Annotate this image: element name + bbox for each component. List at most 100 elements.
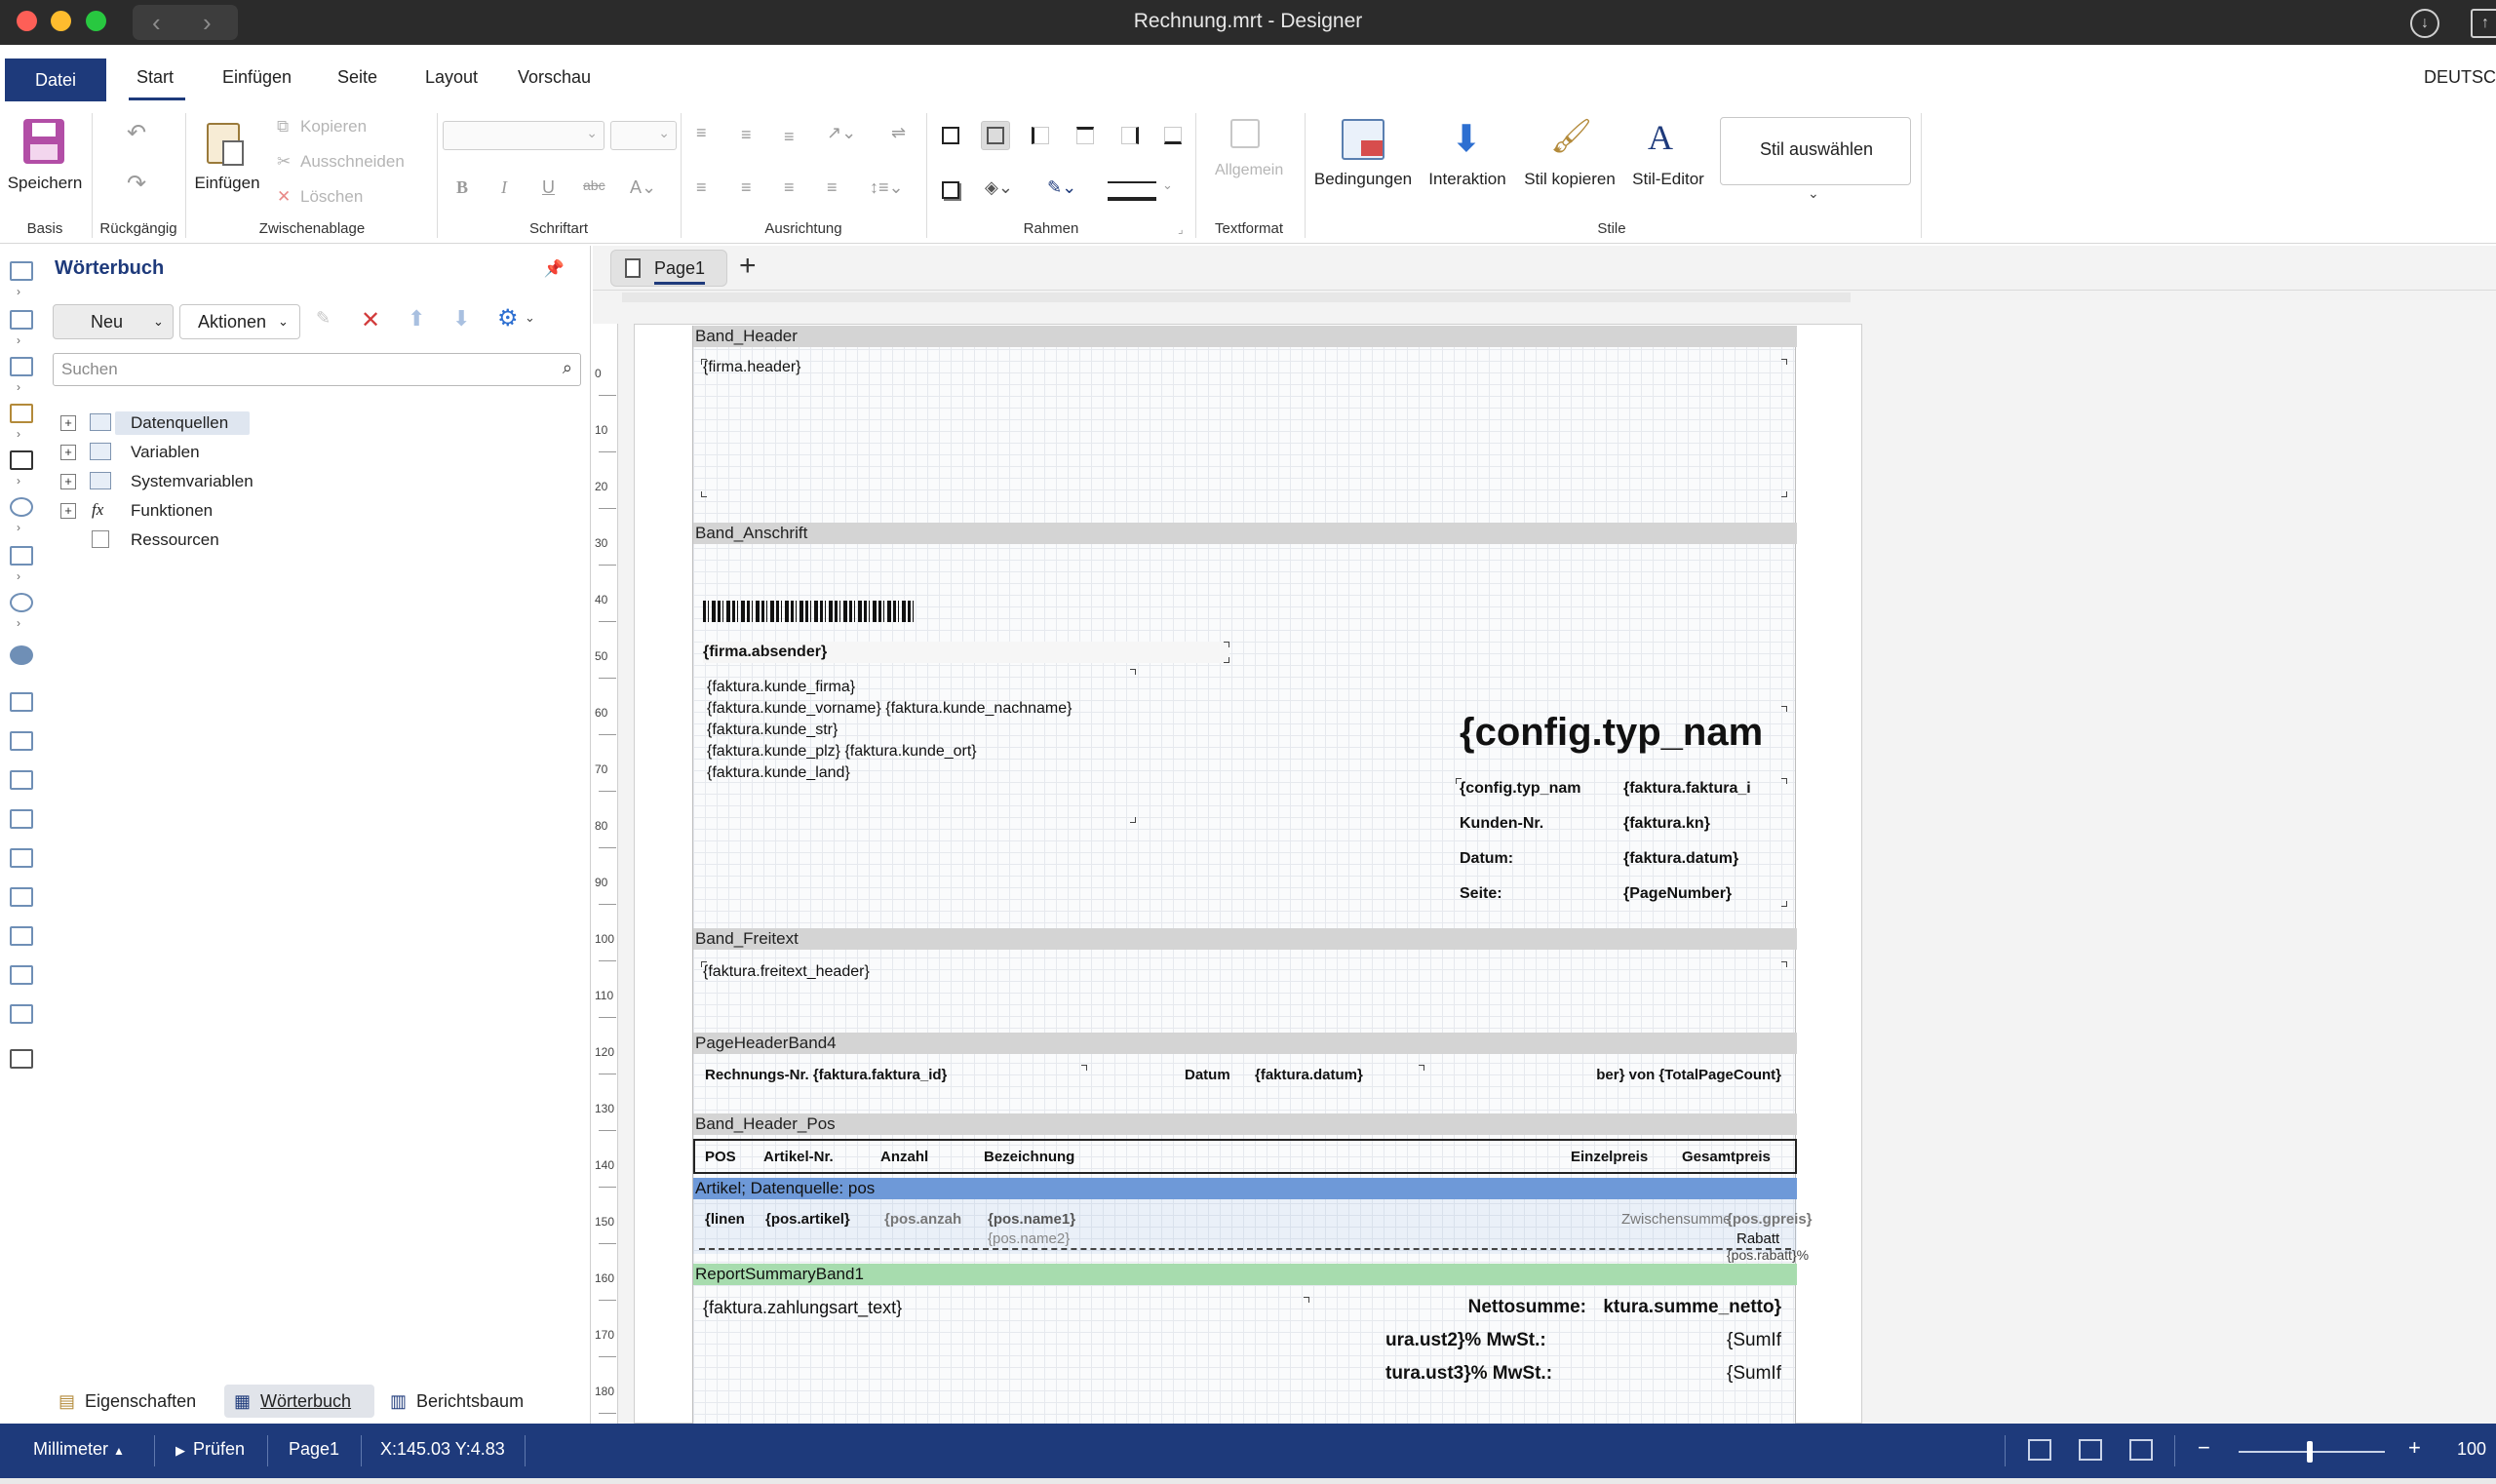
fill-color-icon[interactable]: ◈⌄: [985, 177, 1013, 198]
barcode-tool-icon[interactable]: [10, 450, 33, 470]
tools-icon[interactable]: [10, 1049, 33, 1069]
col-einzelpreis-header[interactable]: Einzelpreis: [1571, 1147, 1648, 1168]
justify-icon[interactable]: ≡: [827, 177, 838, 198]
save-button[interactable]: Speichern: [6, 174, 84, 193]
col-artikel-nr-header[interactable]: Artikel-Nr.: [763, 1147, 834, 1168]
page-header-band-icon[interactable]: [10, 692, 33, 712]
align-top-left-icon[interactable]: ≡: [696, 123, 707, 143]
align-top-right-icon[interactable]: ≡: [784, 127, 795, 147]
interaction-icon[interactable]: ⬇: [1451, 117, 1482, 161]
panel-component-icon[interactable]: [10, 848, 33, 868]
pin-icon[interactable]: 📌: [544, 259, 565, 279]
check-button[interactable]: ▶ Prüfen: [176, 1439, 245, 1460]
choose-style-dropdown[interactable]: Stil auswählen: [1720, 117, 1911, 185]
copy-style-button[interactable]: Stil kopieren: [1517, 170, 1622, 189]
rotate-text-icon[interactable]: ↗⌄: [827, 123, 856, 143]
search-field[interactable]: ⌕: [53, 353, 581, 386]
align-right-icon[interactable]: ≡: [784, 177, 795, 198]
summary-band[interactable]: ReportSummaryBand1: [693, 1264, 1797, 1285]
tree-item-systemvariablen[interactable]: + Systemvariablen: [60, 470, 255, 495]
download-icon[interactable]: ↓: [2410, 9, 2439, 38]
font-size-dropdown[interactable]: ⌄: [610, 121, 677, 150]
search-input[interactable]: [61, 359, 529, 380]
strikethrough-icon[interactable]: abc: [583, 177, 605, 193]
tab-seite[interactable]: Seite: [337, 67, 377, 88]
redo-icon[interactable]: ↷: [127, 170, 146, 198]
page-tab[interactable]: Page1: [610, 250, 727, 287]
expand-icon[interactable]: +: [60, 445, 76, 460]
paste-icon[interactable]: [207, 123, 244, 166]
image-component-icon[interactable]: [10, 1004, 33, 1024]
data-band-icon[interactable]: [10, 731, 33, 751]
page-header-datum-field[interactable]: {faktura.datum}: [1255, 1065, 1363, 1086]
page-header-band[interactable]: PageHeaderBand4: [693, 1033, 1797, 1054]
copy-button[interactable]: Kopieren: [300, 117, 367, 137]
footer-band-icon[interactable]: [10, 887, 33, 907]
tab-woerterbuch[interactable]: ▦ Wörterbuch: [224, 1385, 374, 1418]
whole-page-icon[interactable]: [2129, 1439, 2153, 1461]
no-border-icon[interactable]: [981, 121, 1010, 150]
band-header[interactable]: Band_Header: [693, 326, 1797, 347]
style-editor-button[interactable]: Stil-Editor: [1624, 170, 1712, 189]
borders-expand-icon[interactable]: ⌟: [1178, 222, 1184, 236]
zahlungsart-field[interactable]: {faktura.zahlungsart_text}: [703, 1297, 902, 1318]
band-anschrift[interactable]: Band_Anschrift: [693, 523, 1797, 544]
chevron-icon[interactable]: ›: [17, 380, 20, 394]
all-borders-icon[interactable]: [942, 127, 959, 144]
config-typ-field[interactable]: {config.typ_nam: [1460, 778, 1604, 800]
tree-item-datenquellen[interactable]: + Datenquellen: [60, 411, 255, 437]
tab-einfuegen[interactable]: Einfügen: [222, 67, 292, 88]
search-icon[interactable]: ⌕: [563, 358, 572, 378]
zoom-slider-handle[interactable]: [2307, 1441, 2313, 1463]
col-anzahl-header[interactable]: Anzahl: [880, 1147, 928, 1168]
col-bezeichnung-header[interactable]: Bezeichnung: [984, 1147, 1074, 1168]
tab-layout[interactable]: Layout: [425, 67, 478, 88]
expand-icon[interactable]: +: [60, 503, 76, 519]
gauge-tool-icon[interactable]: [10, 593, 33, 612]
shadow-icon[interactable]: [942, 181, 959, 199]
copy-style-icon[interactable]: 🖌: [1550, 117, 1592, 156]
tree-item-variablen[interactable]: + Variablen: [60, 441, 255, 466]
pos-artikel-field[interactable]: {pos.artikel}: [765, 1209, 863, 1230]
style-editor-icon[interactable]: A: [1648, 117, 1673, 158]
edit-icon[interactable]: ✎: [316, 308, 331, 329]
cut-button[interactable]: Ausschneiden: [300, 152, 405, 172]
report-tool-icon[interactable]: [10, 261, 33, 281]
zoom-out-icon[interactable]: −: [2198, 1435, 2210, 1461]
undo-icon[interactable]: ↶: [127, 119, 146, 147]
conditions-button[interactable]: Bedingungen: [1310, 170, 1416, 189]
save-icon[interactable]: [23, 119, 64, 164]
config-typ-title[interactable]: {config.typ_nam: [1460, 708, 1763, 757]
firma-absender-field[interactable]: {firma.absender}: [703, 642, 1229, 663]
page-height-icon[interactable]: [2079, 1439, 2102, 1461]
kunde-ort-field[interactable]: {faktura.kunde_plz} {faktura.kunde_ort}: [707, 741, 977, 762]
col-pos-header[interactable]: POS: [705, 1147, 736, 1168]
data-band-artikel[interactable]: Artikel; Datenquelle: pos: [693, 1178, 1797, 1199]
chevron-icon[interactable]: ›: [17, 333, 20, 347]
new-button[interactable]: Neu ⌄: [53, 304, 174, 339]
pencil-tool-icon[interactable]: [10, 404, 33, 423]
summe-netto-field[interactable]: ktura.summe_netto}: [1596, 1297, 1781, 1318]
line-spacing-icon[interactable]: ↕≡⌄: [870, 177, 904, 198]
barcode-image[interactable]: [703, 601, 914, 622]
chevron-icon[interactable]: ›: [17, 521, 20, 534]
right-border-icon[interactable]: [1121, 127, 1139, 144]
chevron-icon[interactable]: ›: [17, 285, 20, 298]
tree-item-ressourcen[interactable]: Ressourcen: [60, 528, 255, 554]
border-color-icon[interactable]: ✎⌄: [1047, 177, 1076, 198]
kunde-name-field[interactable]: {faktura.kunde_vorname} {faktura.kunde_n…: [707, 698, 1072, 720]
font-color-icon[interactable]: A⌄: [630, 177, 656, 198]
border-style-dropdown[interactable]: ⌄: [1162, 177, 1173, 193]
total-pages-field[interactable]: ber} von {TotalPageCount}: [1575, 1065, 1781, 1086]
interaction-button[interactable]: Interaktion: [1422, 170, 1513, 189]
table-tool-icon[interactable]: [10, 310, 33, 330]
rechnungs-nr-field[interactable]: Rechnungs-Nr. {faktura.faktura_id}: [705, 1065, 947, 1086]
richtext-icon[interactable]: [10, 965, 33, 985]
tab-datei[interactable]: Datei: [5, 59, 106, 101]
italic-icon[interactable]: I: [501, 177, 507, 198]
chevron-icon[interactable]: ›: [17, 427, 20, 441]
freitext-header-field[interactable]: {faktura.freitext_header}: [703, 961, 870, 983]
pos-name2-field[interactable]: {pos.name2}: [988, 1229, 1070, 1250]
bottom-border-icon[interactable]: [1164, 127, 1182, 144]
pos-gpreis-field[interactable]: {pos.gpreis}: [1727, 1209, 1813, 1230]
